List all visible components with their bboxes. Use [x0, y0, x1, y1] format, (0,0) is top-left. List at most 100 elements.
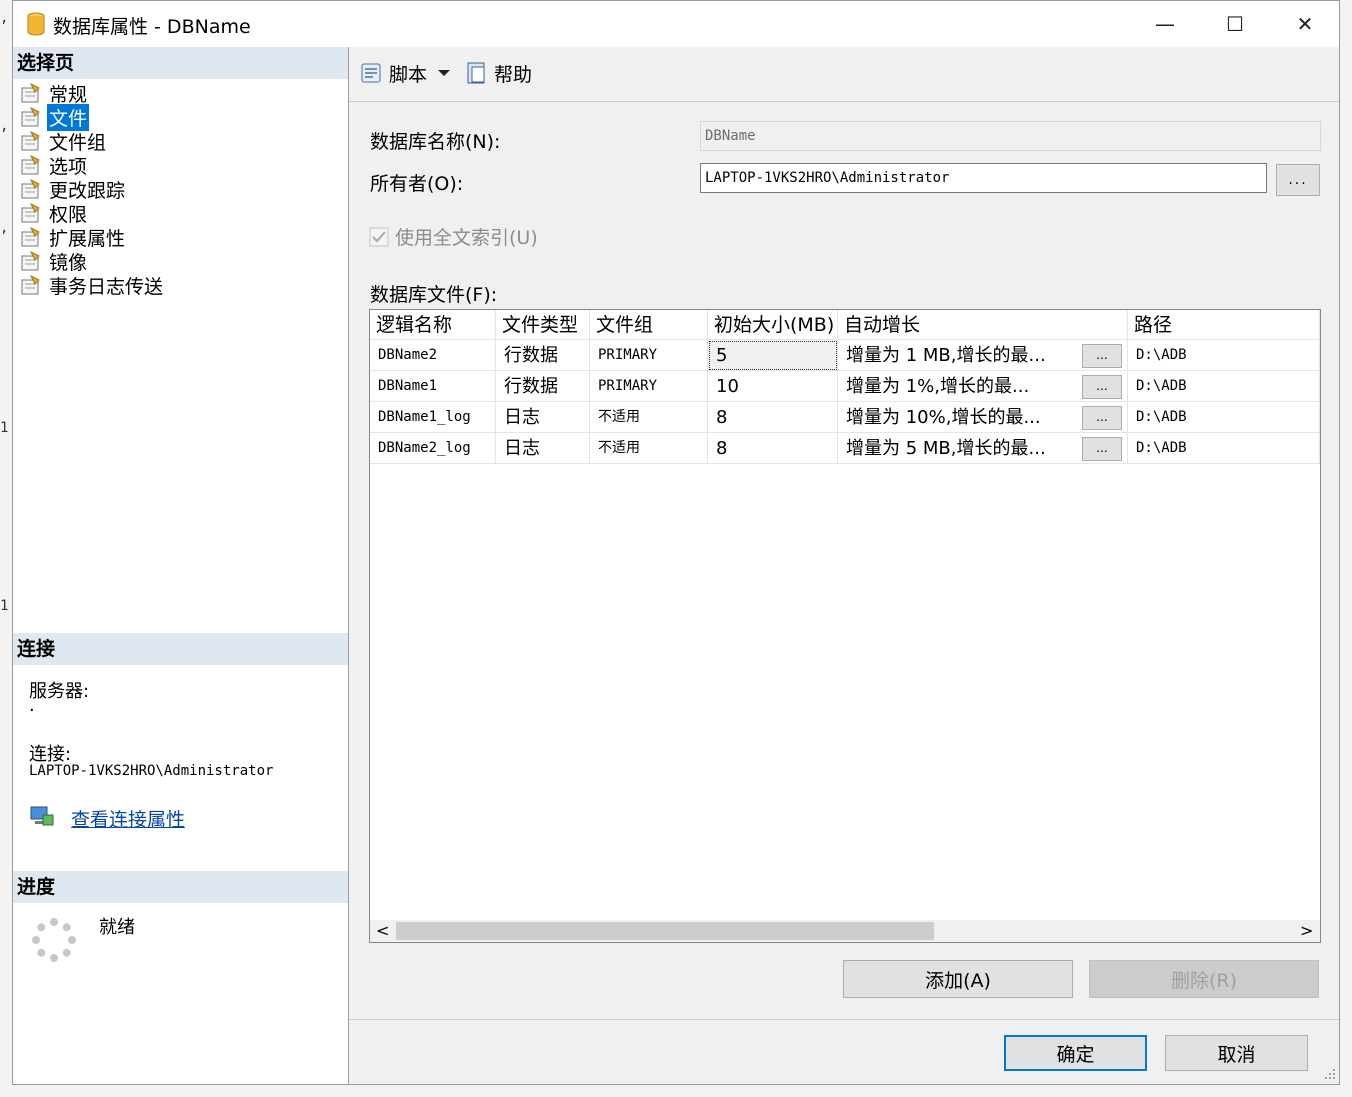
window-shadow [1340, 0, 1352, 1097]
page-item-label: 更改跟踪 [49, 179, 126, 202]
autogrowth-browse-button[interactable]: ... [1082, 375, 1122, 399]
cell-type[interactable]: 日志 [496, 433, 590, 464]
divider [349, 1019, 1339, 1020]
cell-size[interactable]: 10 [708, 371, 838, 402]
add-label: 添加(A) [925, 969, 991, 992]
maximize-button[interactable]: ☐ [1200, 1, 1270, 47]
property-page-icon [21, 154, 40, 175]
table-row[interactable]: DBName2 行数据 PRIMARY 5 增量为 1 MB,增长的最... D:\ADB… [370, 340, 1320, 371]
page-item[interactable]: 选项 [19, 153, 89, 178]
title-bar[interactable]: 数据库属性 - DBName — ☐ ✕ [13, 1, 1339, 47]
cell-path[interactable]: D:\ADB [1128, 371, 1320, 402]
script-dropdown-button[interactable] [437, 57, 451, 89]
fulltext-checkbox[interactable]: 使用全文索引(U) [369, 223, 538, 250]
minimize-icon: — [1155, 12, 1175, 36]
cell-type[interactable]: 行数据 [496, 371, 590, 402]
table-row[interactable]: DBName2_log 日志 不适用 8 增量为 5 MB,增长的最... D:\ADB.… [370, 433, 1320, 464]
window-shadow [12, 1085, 1352, 1097]
script-icon [361, 63, 381, 83]
ok-label: 确定 [1056, 1043, 1095, 1066]
resize-grip-icon[interactable] [1323, 1067, 1337, 1081]
cell-filegroup[interactable]: 不适用 [590, 402, 708, 433]
owner-browse-button[interactable]: ... [1276, 164, 1320, 196]
cell-name[interactable]: DBName2_log [370, 433, 496, 464]
property-page-icon [21, 178, 40, 199]
help-label: 帮助 [494, 63, 533, 86]
horizontal-scrollbar[interactable]: < > [370, 920, 1320, 942]
ok-button[interactable]: 确定 [1004, 1035, 1147, 1071]
add-button[interactable]: 添加(A) [843, 960, 1073, 998]
cancel-label: 取消 [1217, 1043, 1256, 1066]
left-panel: 选择页 连接 服务器: . 连接: LAPTOP-1VKS2HRO\Admini… [13, 47, 349, 1084]
connection-header: 连接 [13, 633, 348, 665]
close-icon: ✕ [1296, 12, 1314, 36]
page-item-label: 权限 [49, 203, 88, 226]
autogrowth-browse-button[interactable]: ... [1082, 344, 1122, 368]
script-button[interactable]: 脚本 [359, 57, 427, 89]
close-button[interactable]: ✕ [1270, 1, 1340, 47]
background-window-strip: , , , 1 1 [0, 0, 12, 1097]
column-header[interactable]: 初始大小(MB) [708, 310, 838, 340]
cell-path[interactable]: D:\ADB [1128, 433, 1320, 464]
background-mark: , [0, 118, 9, 134]
cell-size[interactable]: 8 [708, 402, 838, 433]
toolbar: 脚本 帮助 [349, 47, 1339, 102]
help-button[interactable]: 帮助 [464, 57, 532, 89]
cell-type[interactable]: 日志 [496, 402, 590, 433]
progress-header: 进度 [13, 871, 348, 903]
remove-button[interactable]: 删除(R) [1089, 960, 1319, 998]
page-item[interactable]: 权限 [19, 201, 89, 226]
server-label: 服务器: [29, 681, 90, 702]
cancel-button[interactable]: 取消 [1165, 1035, 1308, 1071]
scroll-left-icon[interactable]: < [376, 920, 389, 942]
cell-size[interactable]: 5 [708, 340, 838, 371]
remove-label: 删除(R) [1170, 969, 1238, 992]
property-page-icon [21, 130, 40, 151]
cell-filegroup[interactable]: 不适用 [590, 433, 708, 464]
column-header[interactable]: 自动增长 [838, 310, 1128, 340]
db-name-field[interactable]: DBName [700, 121, 1321, 151]
column-header[interactable]: 文件组 [590, 310, 708, 340]
scrollbar-thumb[interactable] [396, 922, 934, 940]
cell-filegroup[interactable]: PRIMARY [590, 371, 708, 402]
autogrowth-browse-button[interactable]: ... [1082, 406, 1122, 430]
page-item[interactable]: 文件组 [19, 129, 108, 154]
cell-name[interactable]: DBName2 [370, 340, 496, 371]
page-item-label: 镜像 [49, 251, 88, 274]
page-item[interactable]: 文件 [19, 103, 90, 131]
owner-field[interactable]: LAPTOP-1VKS2HRO\Administrator [700, 163, 1267, 193]
cell-filegroup[interactable]: PRIMARY [590, 340, 708, 371]
column-header[interactable]: 逻辑名称 [370, 310, 496, 340]
cell-size[interactable]: 8 [708, 433, 838, 464]
background-mark: , [0, 220, 9, 236]
page-item-label: 选项 [49, 155, 88, 178]
view-connection-properties-link[interactable]: 查看连接属性 [71, 805, 185, 832]
fulltext-label: 使用全文索引(U) [395, 227, 538, 249]
cell-type[interactable]: 行数据 [496, 340, 590, 371]
page-item[interactable]: 镜像 [19, 249, 89, 274]
page-item-label: 文件 [47, 103, 90, 131]
cell-path[interactable]: D:\ADB [1128, 402, 1320, 433]
page-item[interactable]: 常规 [19, 81, 89, 106]
table-row[interactable]: DBName1_log 日志 不适用 8 增量为 10%,增长的最... D:\ADB..… [370, 402, 1320, 433]
column-header[interactable]: 文件类型 [496, 310, 590, 340]
table-row[interactable]: DBName1 行数据 PRIMARY 10 增量为 1%,增长的最... D:\ADB.… [370, 371, 1320, 402]
column-header[interactable]: 路径 [1128, 310, 1320, 340]
page-item-label: 扩展属性 [49, 227, 126, 250]
database-properties-dialog: 数据库属性 - DBName — ☐ ✕ 选择页 连接 服务器: . 连接: L… [12, 0, 1340, 1085]
cell-name[interactable]: DBName1_log [370, 402, 496, 433]
scroll-right-icon[interactable]: > [1300, 920, 1313, 942]
minimize-button[interactable]: — [1130, 1, 1200, 47]
page-item[interactable]: 事务日志传送 [19, 273, 165, 298]
select-page-header: 选择页 [13, 47, 348, 79]
script-label: 脚本 [389, 63, 428, 86]
cell-name[interactable]: DBName1 [370, 371, 496, 402]
background-mark: 1 [0, 420, 9, 436]
cell-path[interactable]: D:\ADB [1128, 340, 1320, 371]
page-item[interactable]: 扩展属性 [19, 225, 127, 250]
autogrowth-browse-button[interactable]: ... [1082, 437, 1122, 461]
maximize-icon: ☐ [1226, 12, 1244, 36]
db-files-label: 数据库文件(F): [370, 284, 498, 306]
page-item[interactable]: 更改跟踪 [19, 177, 127, 202]
owner-label: 所有者(O): [370, 173, 464, 195]
